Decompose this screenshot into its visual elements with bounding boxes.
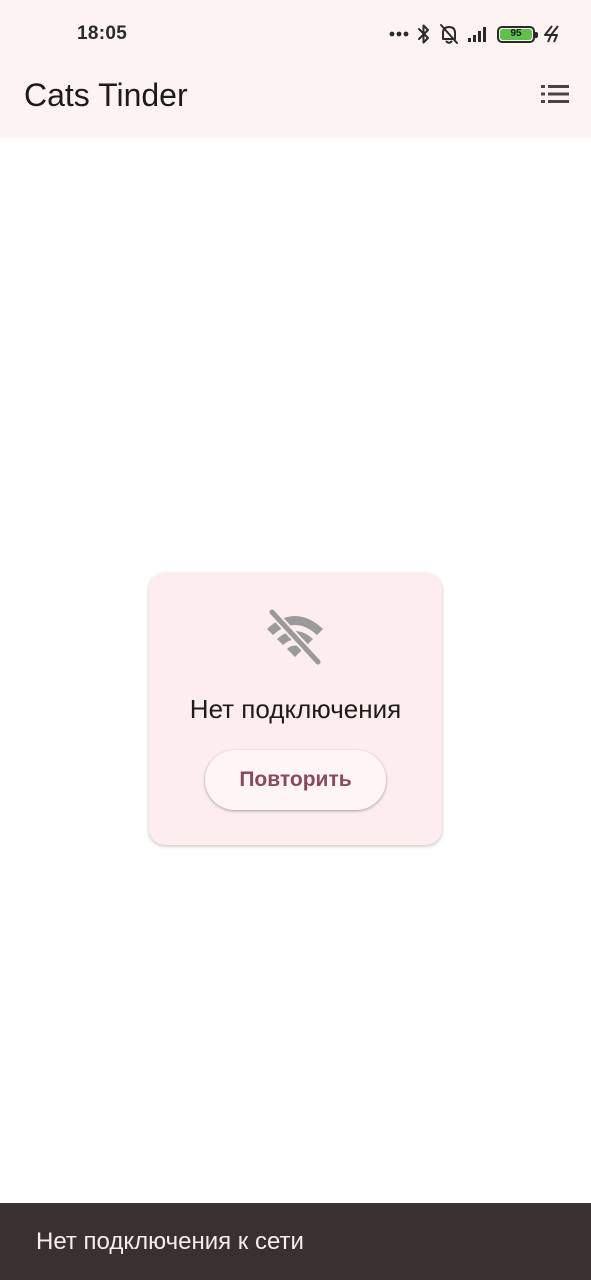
battery-level: 95	[500, 28, 532, 40]
wifi-off-icon	[262, 607, 328, 667]
status-bar: 18:05 95	[0, 0, 591, 68]
app-screen: 18:05 95 Cats Tinder Нет подключения Пов…	[0, 0, 591, 1280]
list-menu-button[interactable]	[537, 78, 573, 114]
signal-icon	[467, 25, 489, 43]
no-connection-message: Нет подключения	[189, 694, 402, 724]
status-icons: 95	[389, 22, 561, 46]
battery-icon: 95	[497, 25, 538, 43]
retry-button[interactable]: Повторить	[205, 750, 386, 810]
status-time: 18:05	[77, 23, 128, 44]
bluetooth-icon	[417, 23, 431, 45]
app-bar: Cats Tinder	[0, 68, 591, 138]
no-connection-card: Нет подключения Повторить	[149, 573, 442, 845]
more-dots-icon	[389, 30, 409, 38]
battery-cap	[535, 31, 538, 38]
app-title: Cats Tinder	[24, 77, 188, 113]
list-icon	[541, 84, 569, 109]
charging-icon	[543, 25, 561, 43]
top-bar: 18:05 95 Cats Tinder	[0, 0, 591, 138]
snackbar: Нет подключения к сети	[0, 1203, 591, 1280]
snackbar-message: Нет подключения к сети	[36, 1228, 304, 1255]
bell-off-icon	[439, 23, 459, 45]
